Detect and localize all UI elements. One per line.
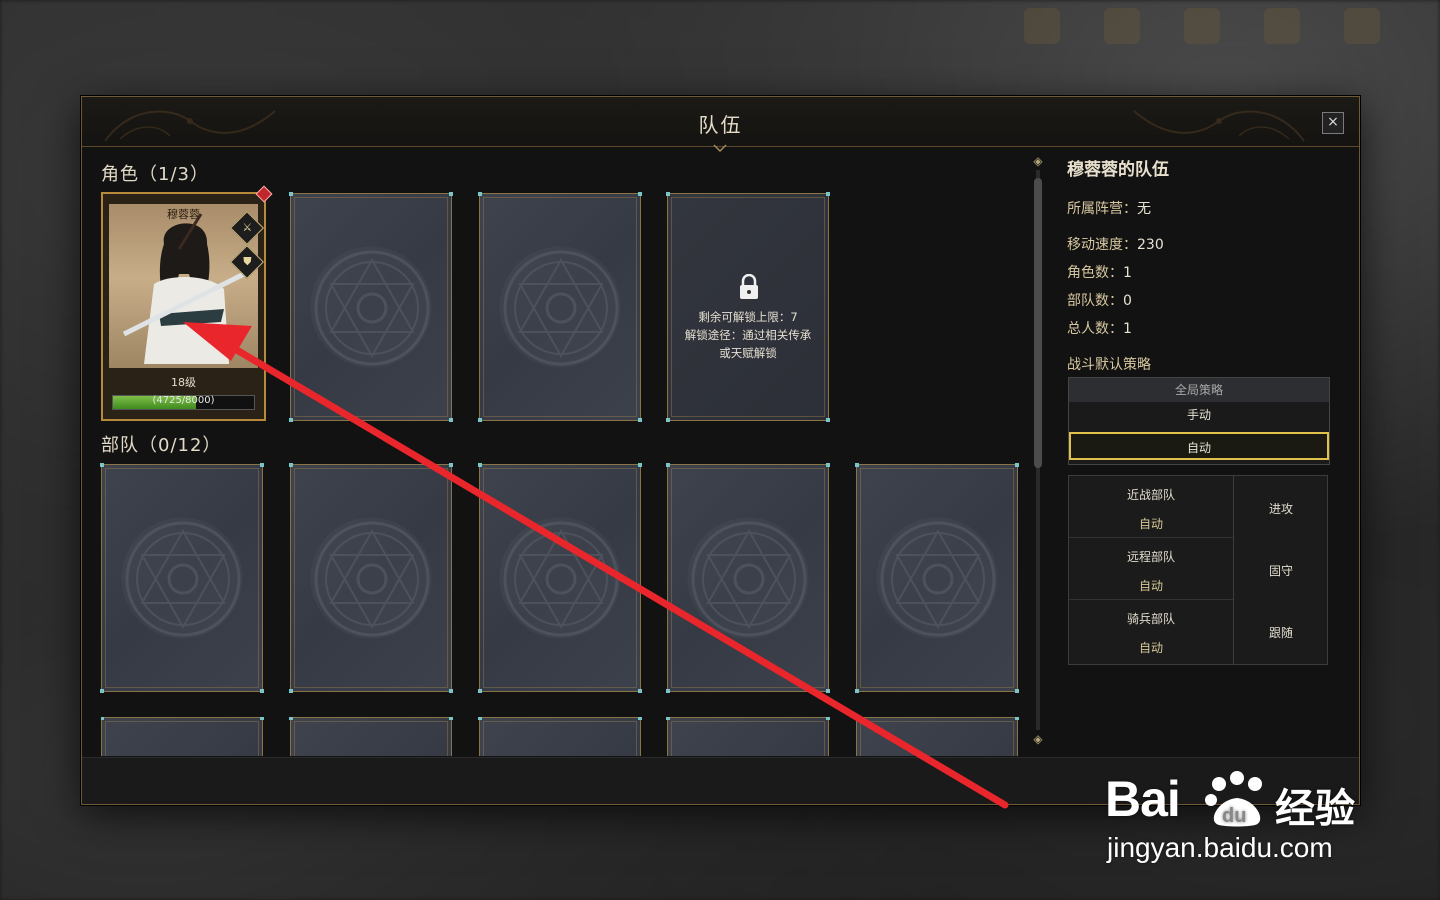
- troop-strategy-row[interactable]: 骑兵部队 自动: [1069, 600, 1233, 661]
- global-strategy-header: 全局策略: [1069, 378, 1329, 402]
- troop-slot-empty[interactable]: [855, 717, 1019, 756]
- watermark-cn-text: 经验: [1275, 786, 1355, 832]
- troop-type-label: 近战部队: [1126, 488, 1175, 502]
- slot-emblem-icon: [314, 250, 430, 366]
- watermark-du-text: du: [1222, 805, 1246, 827]
- slot-emblem-icon: [314, 521, 430, 637]
- watermark-logo-text: Bai: [1105, 771, 1181, 827]
- troop-slot-empty[interactable]: [666, 717, 830, 756]
- troop-type-label: 远程部队: [1126, 550, 1175, 564]
- troop-count-value: 0: [1123, 293, 1132, 309]
- troop-slot-empty[interactable]: [478, 717, 642, 756]
- background-hud-icons: [1024, 8, 1380, 44]
- troop-type-label: 骑兵部队: [1126, 612, 1175, 626]
- troop-action-attack[interactable]: 进攻: [1234, 478, 1328, 540]
- troop-count-label: 部队数：: [1067, 293, 1123, 309]
- troop-slot-empty[interactable]: [855, 463, 1019, 693]
- battle-strategy-title: 战斗默认策略: [1067, 357, 1151, 373]
- move-speed-value: 230: [1137, 237, 1164, 253]
- slot-emblem-icon: [503, 521, 619, 637]
- character-slot-empty[interactable]: [289, 192, 453, 422]
- strategy-option-auto[interactable]: 自动: [1069, 432, 1329, 460]
- faction-value: 无: [1137, 201, 1151, 217]
- characters-section-title: 角色（1/3）: [101, 164, 209, 185]
- character-count-row: 角色数：1: [1067, 262, 1329, 282]
- troop-mode-value: 自动: [1138, 517, 1163, 531]
- lock-info-text: 剩余可解锁上限：7 解锁途径：通过相关传承 或天赋解锁: [668, 308, 828, 362]
- hero-exp-text: (4725/8000): [152, 395, 215, 406]
- troop-mode-value: 自动: [1138, 641, 1163, 655]
- troop-strategy-row[interactable]: 近战部队 自动: [1069, 476, 1233, 538]
- character-count-label: 角色数：: [1067, 265, 1123, 281]
- total-count-value: 1: [1123, 321, 1132, 337]
- lock-info-line: 或天赋解锁: [719, 346, 777, 360]
- sword-icon: ⚔: [242, 221, 253, 235]
- total-count-label: 总人数：: [1067, 321, 1123, 337]
- team-name: 穆蓉蓉的队伍: [1067, 160, 1169, 180]
- slot-emblem-icon: [880, 521, 996, 637]
- hero-card[interactable]: 穆蓉蓉 ⚔ ⛊ 18级 (4725/8000): [101, 185, 273, 421]
- troop-action-follow[interactable]: 跟随: [1234, 602, 1328, 664]
- faction-row: 所属阵营：无: [1067, 198, 1329, 218]
- paw-logo-icon: du: [1205, 771, 1262, 827]
- troop-action-hold[interactable]: 固守: [1234, 540, 1328, 602]
- troop-slot-empty[interactable]: [289, 463, 453, 693]
- scroll-thumb[interactable]: [1034, 178, 1042, 468]
- hero-exp-bar: (4725/8000): [112, 395, 255, 410]
- faction-label: 所属阵营：: [1067, 201, 1137, 217]
- slot-emblem-icon: [503, 250, 619, 366]
- lock-info-line: 解锁途径：通过相关传承: [684, 328, 812, 342]
- slot-emblem-icon: [691, 521, 807, 637]
- close-button[interactable]: ×: [1322, 112, 1344, 134]
- character-count-value: 1: [1123, 265, 1132, 281]
- scroll-down-icon[interactable]: ◈: [1031, 732, 1045, 746]
- chevron-down-icon: [713, 144, 727, 152]
- move-speed-row: 移动速度：230: [1067, 234, 1329, 254]
- total-count-row: 总人数：1: [1067, 318, 1329, 338]
- troop-slot-empty[interactable]: [666, 463, 830, 693]
- hero-level: 18级: [171, 376, 196, 389]
- scroll-up-icon[interactable]: ◈: [1031, 154, 1045, 168]
- character-slot-empty[interactable]: [478, 192, 642, 422]
- troop-slot-empty[interactable]: [100, 463, 264, 693]
- team-info-panel: 穆蓉蓉的队伍 所属阵营：无 移动速度：230 角色数：1 部队数：0 总人数：1…: [1067, 155, 1329, 374]
- slot-emblem-icon: [125, 521, 241, 637]
- troop-slot-empty[interactable]: [101, 717, 264, 756]
- troop-mode-value: 自动: [1138, 579, 1163, 593]
- strategy-option-manual[interactable]: 手动: [1069, 402, 1329, 428]
- slots-scrollbar[interactable]: ◈ ◈: [1033, 154, 1042, 746]
- troops-section-title: 部队（0/12）: [101, 435, 222, 456]
- baidu-watermark: Bai du 经验 jingyan.baidu.com: [1105, 770, 1375, 870]
- dialog-header: 队伍 ×: [82, 97, 1359, 152]
- dialog-title: 队伍: [698, 113, 743, 137]
- troop-count-row: 部队数：0: [1067, 290, 1329, 310]
- lock-info-line: 剩余可解锁上限：7: [698, 310, 798, 324]
- watermark-url: jingyan.baidu.com: [1107, 832, 1333, 863]
- character-slot-locked[interactable]: 剩余可解锁上限：7 解锁途径：通过相关传承 或天赋解锁: [666, 192, 830, 422]
- troop-strategy-table: 近战部队 自动 远程部队 自动 骑兵部队 自动 进攻 固守 跟随: [1068, 475, 1328, 665]
- shield-icon: ⛊: [243, 255, 252, 269]
- troop-slot-empty[interactable]: [289, 717, 453, 756]
- troop-strategy-row[interactable]: 远程部队 自动: [1069, 538, 1233, 600]
- global-strategy-selector: 全局策略 手动 自动: [1068, 377, 1330, 465]
- move-speed-label: 移动速度：: [1067, 237, 1137, 253]
- troop-slot-empty[interactable]: [478, 463, 642, 693]
- lock-icon: [740, 274, 758, 299]
- troop-slots-row-clipped: [101, 717, 1021, 756]
